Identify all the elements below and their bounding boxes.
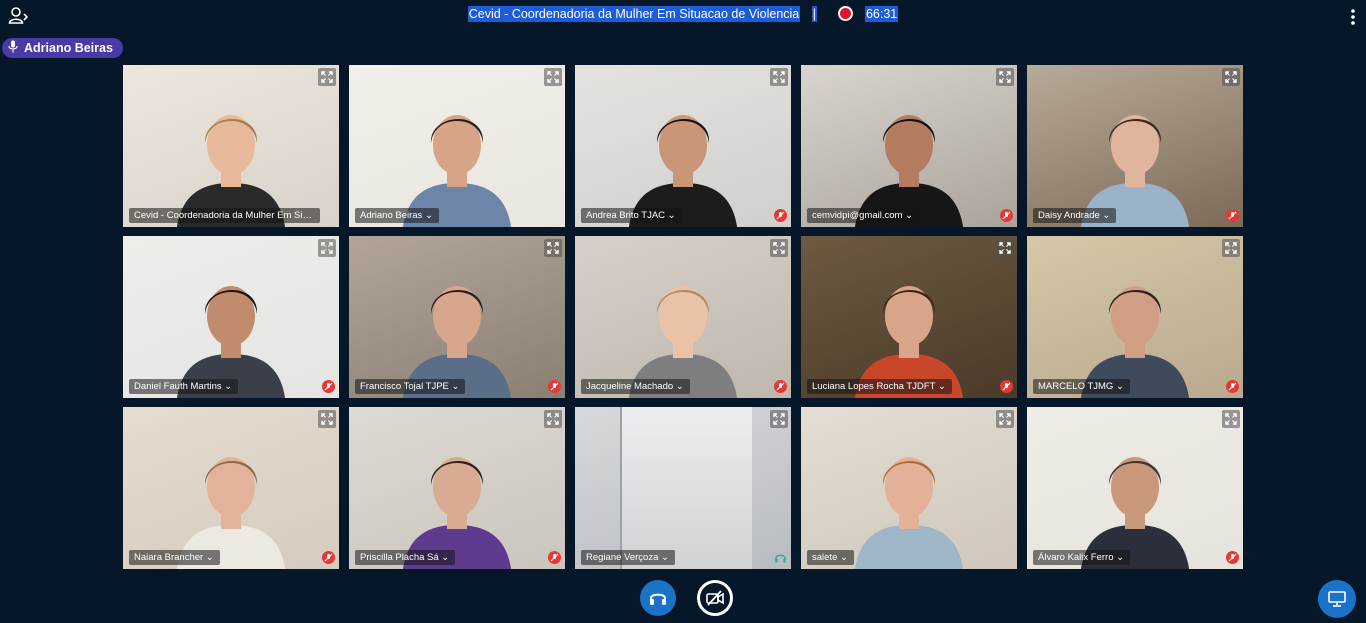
muted-microphone-icon — [1226, 380, 1239, 393]
muted-microphone-icon — [1000, 209, 1013, 222]
participant-silhouette — [1075, 427, 1195, 569]
participant-name[interactable]: cemvidpi@gmail.com ⌄ — [807, 208, 920, 223]
participant-tile[interactable]: salete ⌄ — [801, 407, 1017, 569]
participant-silhouette — [397, 85, 517, 227]
participant-name[interactable]: Naiara Brancher ⌄ — [129, 550, 220, 565]
participant-silhouette — [849, 256, 969, 398]
fullscreen-icon[interactable] — [544, 68, 562, 86]
participant-name[interactable]: Daniel Fauth Martins ⌄ — [129, 379, 239, 394]
fullscreen-icon[interactable] — [544, 410, 562, 428]
participant-silhouette — [171, 85, 291, 227]
participant-silhouette — [397, 427, 517, 569]
participant-silhouette — [1075, 256, 1195, 398]
participant-silhouette — [849, 427, 969, 569]
talking-indicator[interactable]: Adriano Beiras — [2, 38, 123, 58]
participant-name[interactable]: Adriano Beiras ⌄ — [355, 208, 439, 223]
participant-name[interactable]: Priscilla Placha Sá ⌄ — [355, 550, 456, 565]
muted-microphone-icon — [774, 209, 787, 222]
participant-tile[interactable]: Andrea Brito TJAC ⌄ — [575, 65, 791, 227]
participant-tile[interactable]: Cevid - Coordenadoria da Mulher Em Si...… — [123, 65, 339, 227]
fullscreen-icon[interactable] — [996, 410, 1014, 428]
participant-name[interactable]: Francisco Tojal TJPE ⌄ — [355, 379, 466, 394]
fullscreen-icon[interactable] — [770, 68, 788, 86]
participant-tile[interactable]: Daniel Fauth Martins ⌄ — [123, 236, 339, 398]
recording-timer: 66:31 — [864, 6, 899, 22]
muted-microphone-icon — [1000, 380, 1013, 393]
participant-name[interactable]: Jacqueline Machado ⌄ — [581, 379, 690, 394]
participant-tile[interactable]: Álvaro Kalix Ferro ⌄ — [1027, 407, 1243, 569]
participant-name[interactable]: Andrea Brito TJAC ⌄ — [581, 208, 682, 223]
fullscreen-icon[interactable] — [318, 68, 336, 86]
microphone-icon — [8, 40, 18, 56]
fullscreen-icon[interactable] — [996, 239, 1014, 257]
headphones-icon[interactable] — [640, 580, 676, 616]
participant-name[interactable]: Álvaro Kalix Ferro ⌄ — [1033, 550, 1131, 565]
participant-name[interactable]: Luciana Lopes Rocha TJDFT ⌄ — [807, 379, 952, 394]
participant-name[interactable]: Daisy Andrade ⌄ — [1033, 208, 1117, 223]
muted-microphone-icon — [548, 551, 561, 564]
talking-name: Adriano Beiras — [24, 41, 113, 55]
fullscreen-icon[interactable] — [1222, 410, 1240, 428]
participant-tile[interactable]: Jacqueline Machado ⌄ — [575, 236, 791, 398]
listen-only-headphones-icon — [774, 551, 787, 564]
participant-tile[interactable]: Francisco Tojal TJPE ⌄ — [349, 236, 565, 398]
muted-microphone-icon — [322, 551, 335, 564]
participant-name[interactable]: salete ⌄ — [807, 550, 854, 565]
title-separator: | — [811, 6, 817, 22]
fullscreen-icon[interactable] — [544, 239, 562, 257]
video-grid: Cevid - Coordenadoria da Mulher Em Si...… — [123, 65, 1243, 569]
meeting-header: Cevid - Coordenadoria da Mulher Em Situa… — [0, 6, 1366, 22]
participant-name[interactable]: Regiane Verçoza ⌄ — [581, 550, 675, 565]
fullscreen-icon[interactable] — [318, 239, 336, 257]
participant-tile[interactable]: cemvidpi@gmail.com ⌄ — [801, 65, 1017, 227]
video-off-icon[interactable] — [697, 580, 733, 616]
muted-microphone-icon — [548, 380, 561, 393]
participant-silhouette — [171, 427, 291, 569]
camera-wall-view — [620, 407, 752, 569]
fullscreen-icon[interactable] — [318, 410, 336, 428]
fullscreen-icon[interactable] — [770, 410, 788, 428]
participant-tile[interactable]: MARCELO TJMG ⌄ — [1027, 236, 1243, 398]
participant-silhouette — [849, 85, 969, 227]
participant-tile[interactable]: Adriano Beiras ⌄ — [349, 65, 565, 227]
participant-tile[interactable]: Daisy Andrade ⌄ — [1027, 65, 1243, 227]
more-vertical-icon[interactable] — [1350, 8, 1356, 26]
participant-silhouette — [171, 256, 291, 398]
recording-dot-icon[interactable] — [838, 6, 854, 21]
participant-tile[interactable]: Luciana Lopes Rocha TJDFT ⌄ — [801, 236, 1017, 398]
presentation-icon[interactable] — [1318, 580, 1356, 618]
participant-tile[interactable]: Priscilla Placha Sá ⌄ — [349, 407, 565, 569]
participant-tile[interactable]: Regiane Verçoza ⌄ — [575, 407, 791, 569]
participant-silhouette — [623, 85, 743, 227]
muted-microphone-icon — [1226, 551, 1239, 564]
participant-tile[interactable]: Naiara Brancher ⌄ — [123, 407, 339, 569]
participant-silhouette — [1075, 85, 1195, 227]
muted-microphone-icon — [774, 380, 787, 393]
fullscreen-icon[interactable] — [996, 68, 1014, 86]
muted-microphone-icon — [1226, 209, 1239, 222]
meeting-title: Cevid - Coordenadoria da Mulher Em Situa… — [467, 6, 801, 22]
participant-name[interactable]: MARCELO TJMG ⌄ — [1033, 379, 1130, 394]
participant-silhouette — [623, 256, 743, 398]
fullscreen-icon[interactable] — [1222, 68, 1240, 86]
muted-microphone-icon — [322, 380, 335, 393]
fullscreen-icon[interactable] — [770, 239, 788, 257]
fullscreen-icon[interactable] — [1222, 239, 1240, 257]
participant-name[interactable]: Cevid - Coordenadoria da Mulher Em Si...… — [129, 208, 320, 223]
participant-silhouette — [397, 256, 517, 398]
